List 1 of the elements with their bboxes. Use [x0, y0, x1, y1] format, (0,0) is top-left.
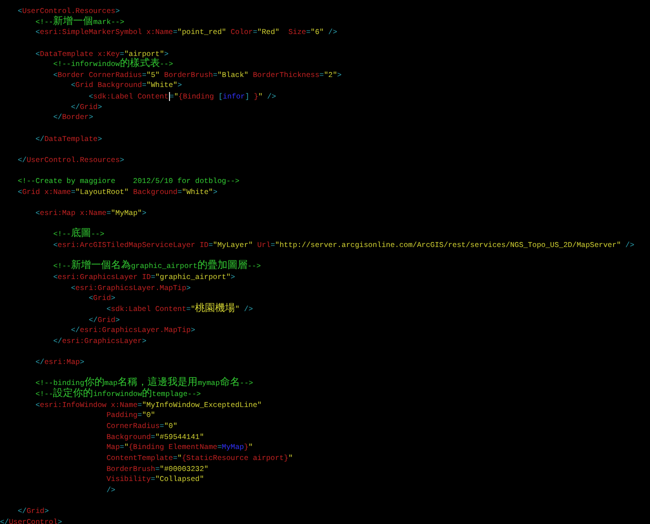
code-editor[interactable] [0, 0, 650, 524]
